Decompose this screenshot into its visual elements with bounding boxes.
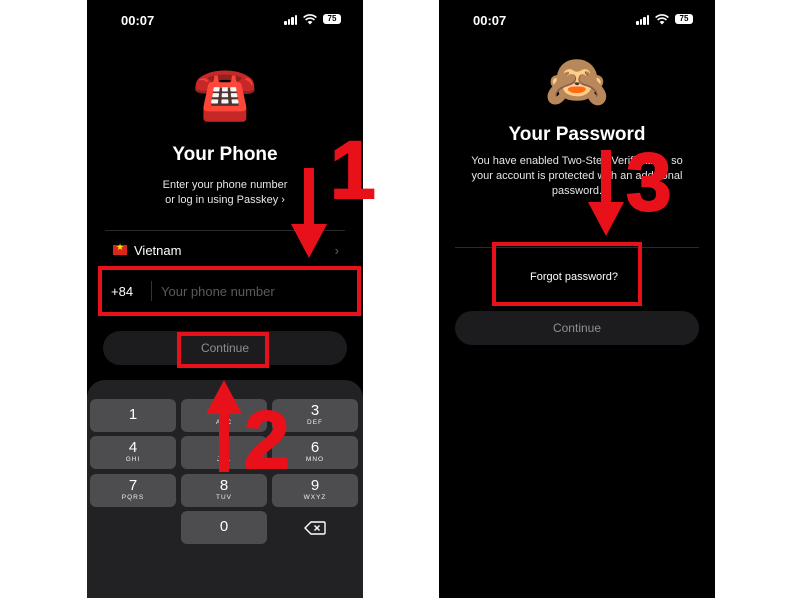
backspace-key[interactable] xyxy=(272,511,358,544)
key-letters: TUV xyxy=(216,494,232,501)
wifi-icon xyxy=(655,14,669,25)
country-name: Vietnam xyxy=(134,242,182,258)
phone-field-highlight xyxy=(98,266,361,316)
up-arrow-icon xyxy=(206,380,242,472)
continue-button[interactable]: Continue xyxy=(455,311,699,345)
backspace-icon xyxy=(304,521,326,535)
key-digit: 7 xyxy=(128,477,138,494)
key-0[interactable]: 0 xyxy=(181,511,267,544)
key-1[interactable]: 1 xyxy=(90,399,176,432)
key-7[interactable]: 7 PQRS xyxy=(90,474,176,507)
cellular-signal-icon xyxy=(284,15,297,25)
battery-icon: 75 xyxy=(323,14,341,24)
step-number-1: 1 xyxy=(329,125,377,217)
battery-icon: 75 xyxy=(675,14,693,24)
down-arrow-icon xyxy=(291,168,327,258)
down-arrow-icon xyxy=(588,150,624,236)
key-letters: GHI xyxy=(125,456,141,463)
page-title: Your Password xyxy=(508,124,646,145)
step-number-3: 3 xyxy=(625,137,673,229)
wifi-icon xyxy=(303,14,317,25)
telephone-emoji-icon: ☎️ xyxy=(192,65,258,123)
forgot-password-highlight xyxy=(492,242,642,306)
key-digit: 0 xyxy=(219,518,229,535)
continue-highlight xyxy=(177,332,269,368)
status-bar: 00:07 75 xyxy=(87,0,363,40)
vietnam-flag-icon xyxy=(113,242,127,255)
cellular-signal-icon xyxy=(636,15,649,25)
chevron-right-icon: › xyxy=(334,242,339,258)
status-bar: 00:07 75 xyxy=(439,0,715,40)
step-number-2: 2 xyxy=(243,395,291,487)
key-digit: 1 xyxy=(128,406,138,423)
status-time: 00:07 xyxy=(121,13,155,28)
monkey-emoji-icon: 🙈 xyxy=(544,53,610,111)
continue-label: Continue xyxy=(552,321,602,335)
key-letters: WXYZ xyxy=(303,494,327,501)
page-title: Your Phone xyxy=(172,144,278,165)
key-digit: 4 xyxy=(128,439,138,456)
key-letters: PQRS xyxy=(121,494,145,501)
key-4[interactable]: 4 GHI xyxy=(90,436,176,469)
status-time: 00:07 xyxy=(473,13,507,28)
